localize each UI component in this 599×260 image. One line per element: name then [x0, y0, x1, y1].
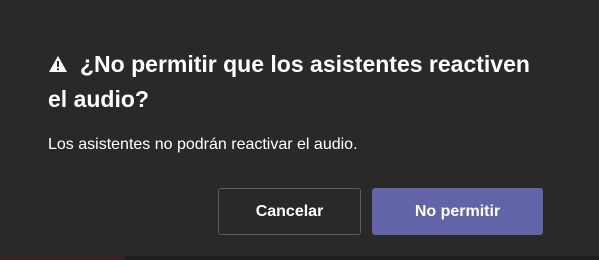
dialog-title-text: ¿No permitir que los asistentes reactive…	[48, 51, 530, 112]
dialog-title: ¿No permitir que los asistentes reactive…	[48, 47, 548, 117]
dialog-message: Los asistentes no podrán reactivar el au…	[48, 136, 358, 153]
bottom-edge-accent	[0, 256, 125, 260]
bottom-edge	[0, 256, 599, 260]
confirm-disallow-button[interactable]: No permitir	[372, 188, 543, 235]
mute-attendees-dialog: ¿No permitir que los asistentes reactive…	[0, 0, 599, 256]
warning-icon	[48, 55, 68, 73]
cancel-button[interactable]: Cancelar	[218, 188, 361, 235]
